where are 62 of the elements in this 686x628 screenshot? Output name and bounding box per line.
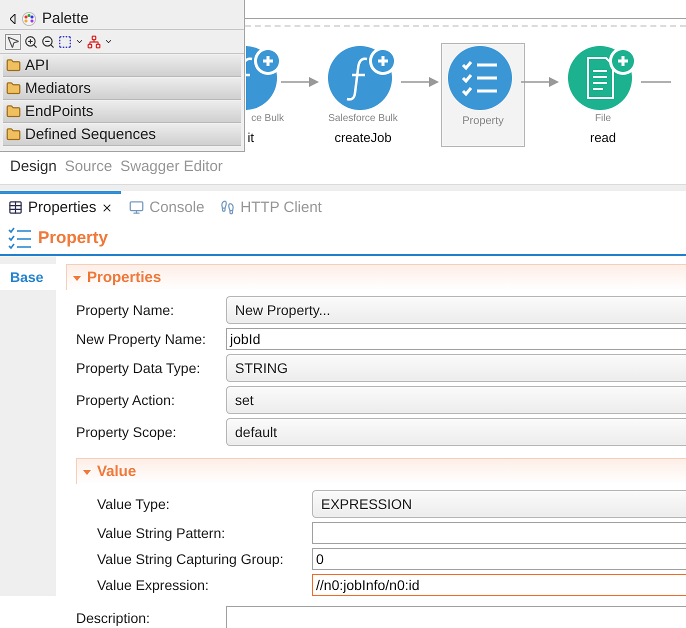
- field-label: Property Scope:: [76, 424, 178, 440]
- select-tool[interactable]: [5, 34, 21, 50]
- palette-title: Palette: [42, 10, 89, 27]
- marquee-icon[interactable]: [58, 34, 72, 48]
- checklist-icon: [8, 226, 32, 248]
- field-label: Property Action:: [76, 392, 176, 408]
- editor-tab[interactable]: Design: [10, 158, 57, 175]
- dropdown[interactable]: default: [226, 418, 686, 446]
- view-title: Property: [38, 228, 108, 248]
- palette-drawer[interactable]: Mediators: [3, 78, 241, 100]
- collapse-icon[interactable]: [10, 14, 16, 24]
- field-label: Description:: [76, 610, 151, 626]
- field-label: Value String Pattern:: [97, 525, 226, 541]
- field-label: Value Expression:: [97, 577, 210, 593]
- connection-icon[interactable]: [87, 34, 101, 48]
- input-field[interactable]: [226, 606, 686, 628]
- diagram-node[interactable]: ce Bulk it: [245, 43, 285, 147]
- field-label: Property Data Type:: [76, 360, 202, 376]
- node-name: it: [248, 130, 254, 145]
- node-caption: Property: [462, 115, 504, 127]
- diagram-node[interactable]: File read: [561, 43, 645, 147]
- node-caption: Salesforce Bulk: [328, 113, 398, 124]
- arrow: [521, 77, 561, 87]
- dropdown[interactable]: set: [226, 386, 686, 414]
- view-tab[interactable]: Properties: [0, 191, 122, 221]
- input-field[interactable]: //n0:jobInfo/n0:id: [312, 574, 686, 596]
- table-icon: [8, 200, 23, 215]
- arrow: [281, 77, 321, 87]
- footprints-icon: [220, 200, 236, 215]
- field-label: Value Type:: [97, 496, 171, 512]
- palette-drawer[interactable]: API: [3, 55, 241, 77]
- node-name: read: [590, 130, 616, 145]
- folder-icon: [6, 58, 21, 73]
- side-tab[interactable]: Base: [0, 264, 56, 290]
- node-caption: File: [594, 113, 612, 124]
- folder-icon: [6, 104, 21, 119]
- diagram-node[interactable]: Salesforce Bulk createJob: [321, 43, 405, 147]
- caret-icon[interactable]: [104, 37, 113, 46]
- caret-icon[interactable]: [75, 37, 84, 46]
- palette-drawer[interactable]: EndPoints: [3, 101, 241, 123]
- close-icon[interactable]: [101, 202, 114, 214]
- node-caption: ce Bulk: [251, 113, 284, 124]
- input-field[interactable]: jobId: [226, 328, 686, 350]
- palette-icon: [22, 12, 36, 26]
- dropdown[interactable]: New Property...: [226, 296, 686, 324]
- field-label: New Property Name:: [76, 331, 207, 347]
- zoom-in-icon[interactable]: [24, 34, 38, 48]
- input-field[interactable]: 0: [312, 548, 686, 570]
- node-name: createJob: [334, 130, 392, 145]
- palette-drawer[interactable]: Defined Sequences: [3, 124, 241, 146]
- monitor-icon: [129, 200, 144, 215]
- zoom-out-icon[interactable]: [41, 34, 55, 48]
- input-field[interactable]: [312, 522, 686, 544]
- folder-icon: [6, 127, 21, 142]
- folder-icon: [6, 81, 21, 96]
- field-label: Value String Capturing Group:: [97, 551, 285, 567]
- field-label: Property Name:: [76, 302, 176, 318]
- arrow: [401, 77, 441, 87]
- section-title: Properties: [87, 269, 162, 286]
- dropdown[interactable]: STRING: [226, 354, 686, 382]
- section-title: Value: [97, 463, 136, 480]
- dropdown[interactable]: EXPRESSION: [312, 490, 686, 518]
